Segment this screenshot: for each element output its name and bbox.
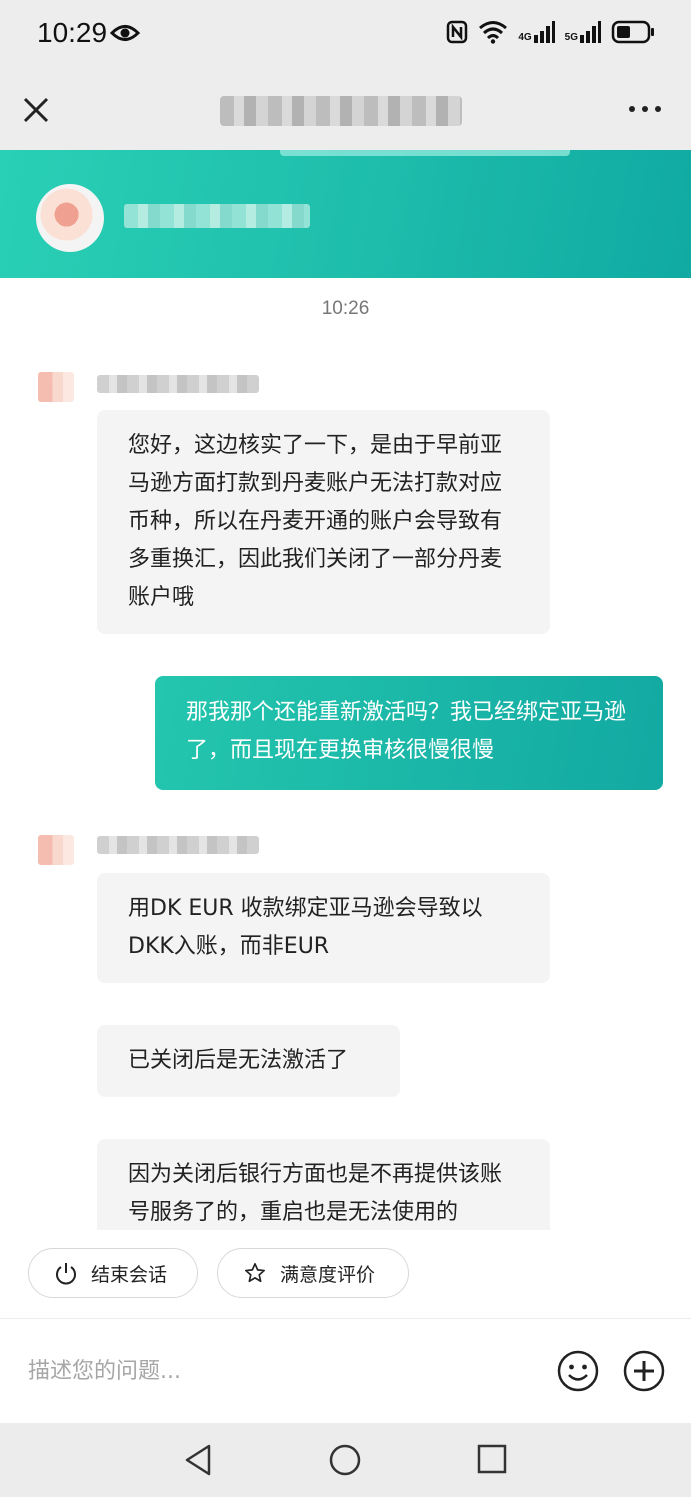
star-icon <box>245 1263 265 1283</box>
plus-icon[interactable] <box>622 1349 666 1393</box>
message-bubble-agent: 已关闭后是无法激活了 <box>97 1025 400 1097</box>
wifi-icon <box>479 21 508 44</box>
agent-avatar <box>38 835 74 865</box>
home-icon[interactable] <box>328 1443 362 1477</box>
message-bubble-agent: 用DK EUR 收款绑定亚马逊会导致以DKK入账，而非EUR <box>97 873 550 983</box>
agent-name-redacted <box>97 375 259 393</box>
message-bubble-user: 那我那个还能重新激活吗？我已经绑定亚马逊了，而且现在更换审核很慢很慢 <box>155 676 663 790</box>
page-title-redacted <box>220 96 462 126</box>
message-timestamp: 10:26 <box>321 298 370 319</box>
more-icon[interactable] <box>629 106 661 112</box>
status-bar: 10:29 4G 5G <box>0 0 691 70</box>
message-input[interactable] <box>28 1351 508 1391</box>
close-icon[interactable] <box>20 94 52 126</box>
status-time: 10:29 <box>37 17 108 48</box>
chat-header <box>0 70 691 150</box>
battery-icon <box>611 20 654 44</box>
agent-name-redacted <box>97 836 259 854</box>
signal-icon <box>580 21 601 43</box>
power-icon <box>56 1263 76 1285</box>
signal-icon <box>533 21 555 43</box>
agent-avatar <box>36 184 104 252</box>
end-session-button[interactable]: 结束会话 <box>28 1248 198 1298</box>
nfc-icon <box>447 20 468 44</box>
message-bubble-agent: 因为关闭后银行方面也是不再提供该账号服务了的，重启也是无法使用的 <box>97 1139 550 1230</box>
end-session-label: 结束会话 <box>91 1263 168 1286</box>
emoji-icon[interactable] <box>556 1349 600 1393</box>
service-banner <box>0 150 691 278</box>
recents-icon[interactable] <box>477 1443 507 1475</box>
network-label-2: 5G <box>564 32 578 43</box>
message-bubble-agent: 您好，这边核实了一下，是由于早前亚马逊方面打款到丹麦账户无法打款对应币种，所以在… <box>97 410 550 634</box>
agent-name-redacted <box>124 204 310 228</box>
agent-avatar <box>38 372 74 402</box>
rate-label: 满意度评价 <box>280 1263 376 1286</box>
input-bar <box>0 1318 691 1424</box>
eye-icon <box>110 25 140 41</box>
network-label-1: 4G <box>518 32 532 43</box>
back-icon[interactable] <box>182 1443 214 1477</box>
banner-decoration <box>280 150 570 156</box>
message-clip: 因为关闭后银行方面也是不再提供该账号服务了的，重启也是无法使用的 <box>0 1130 691 1230</box>
rate-button[interactable]: 满意度评价 <box>217 1248 409 1298</box>
system-navigation-bar <box>0 1423 691 1497</box>
